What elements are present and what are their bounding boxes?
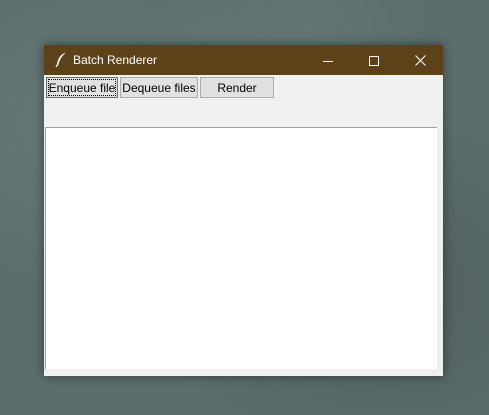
app-window: Batch Renderer Enqueue file Dequeue file… <box>44 45 443 376</box>
dequeue-files-button[interactable]: Dequeue files <box>120 77 198 98</box>
window-title: Batch Renderer <box>73 53 158 67</box>
render-button[interactable]: Render <box>200 77 274 98</box>
toolbar: Enqueue file Dequeue files Render <box>44 75 443 127</box>
title-bar[interactable]: Batch Renderer <box>44 45 443 75</box>
close-icon <box>414 51 426 70</box>
minimize-icon <box>323 51 333 70</box>
maximize-icon <box>369 51 379 70</box>
file-list[interactable] <box>45 127 437 369</box>
maximize-button[interactable] <box>351 45 397 75</box>
render-label: Render <box>217 80 257 95</box>
enqueue-file-button[interactable]: Enqueue file <box>46 77 118 98</box>
focus-ring <box>48 79 116 96</box>
minimize-button[interactable] <box>305 45 351 75</box>
close-button[interactable] <box>397 45 443 75</box>
dequeue-files-label: Dequeue files <box>122 80 196 95</box>
feather-icon <box>54 52 68 68</box>
